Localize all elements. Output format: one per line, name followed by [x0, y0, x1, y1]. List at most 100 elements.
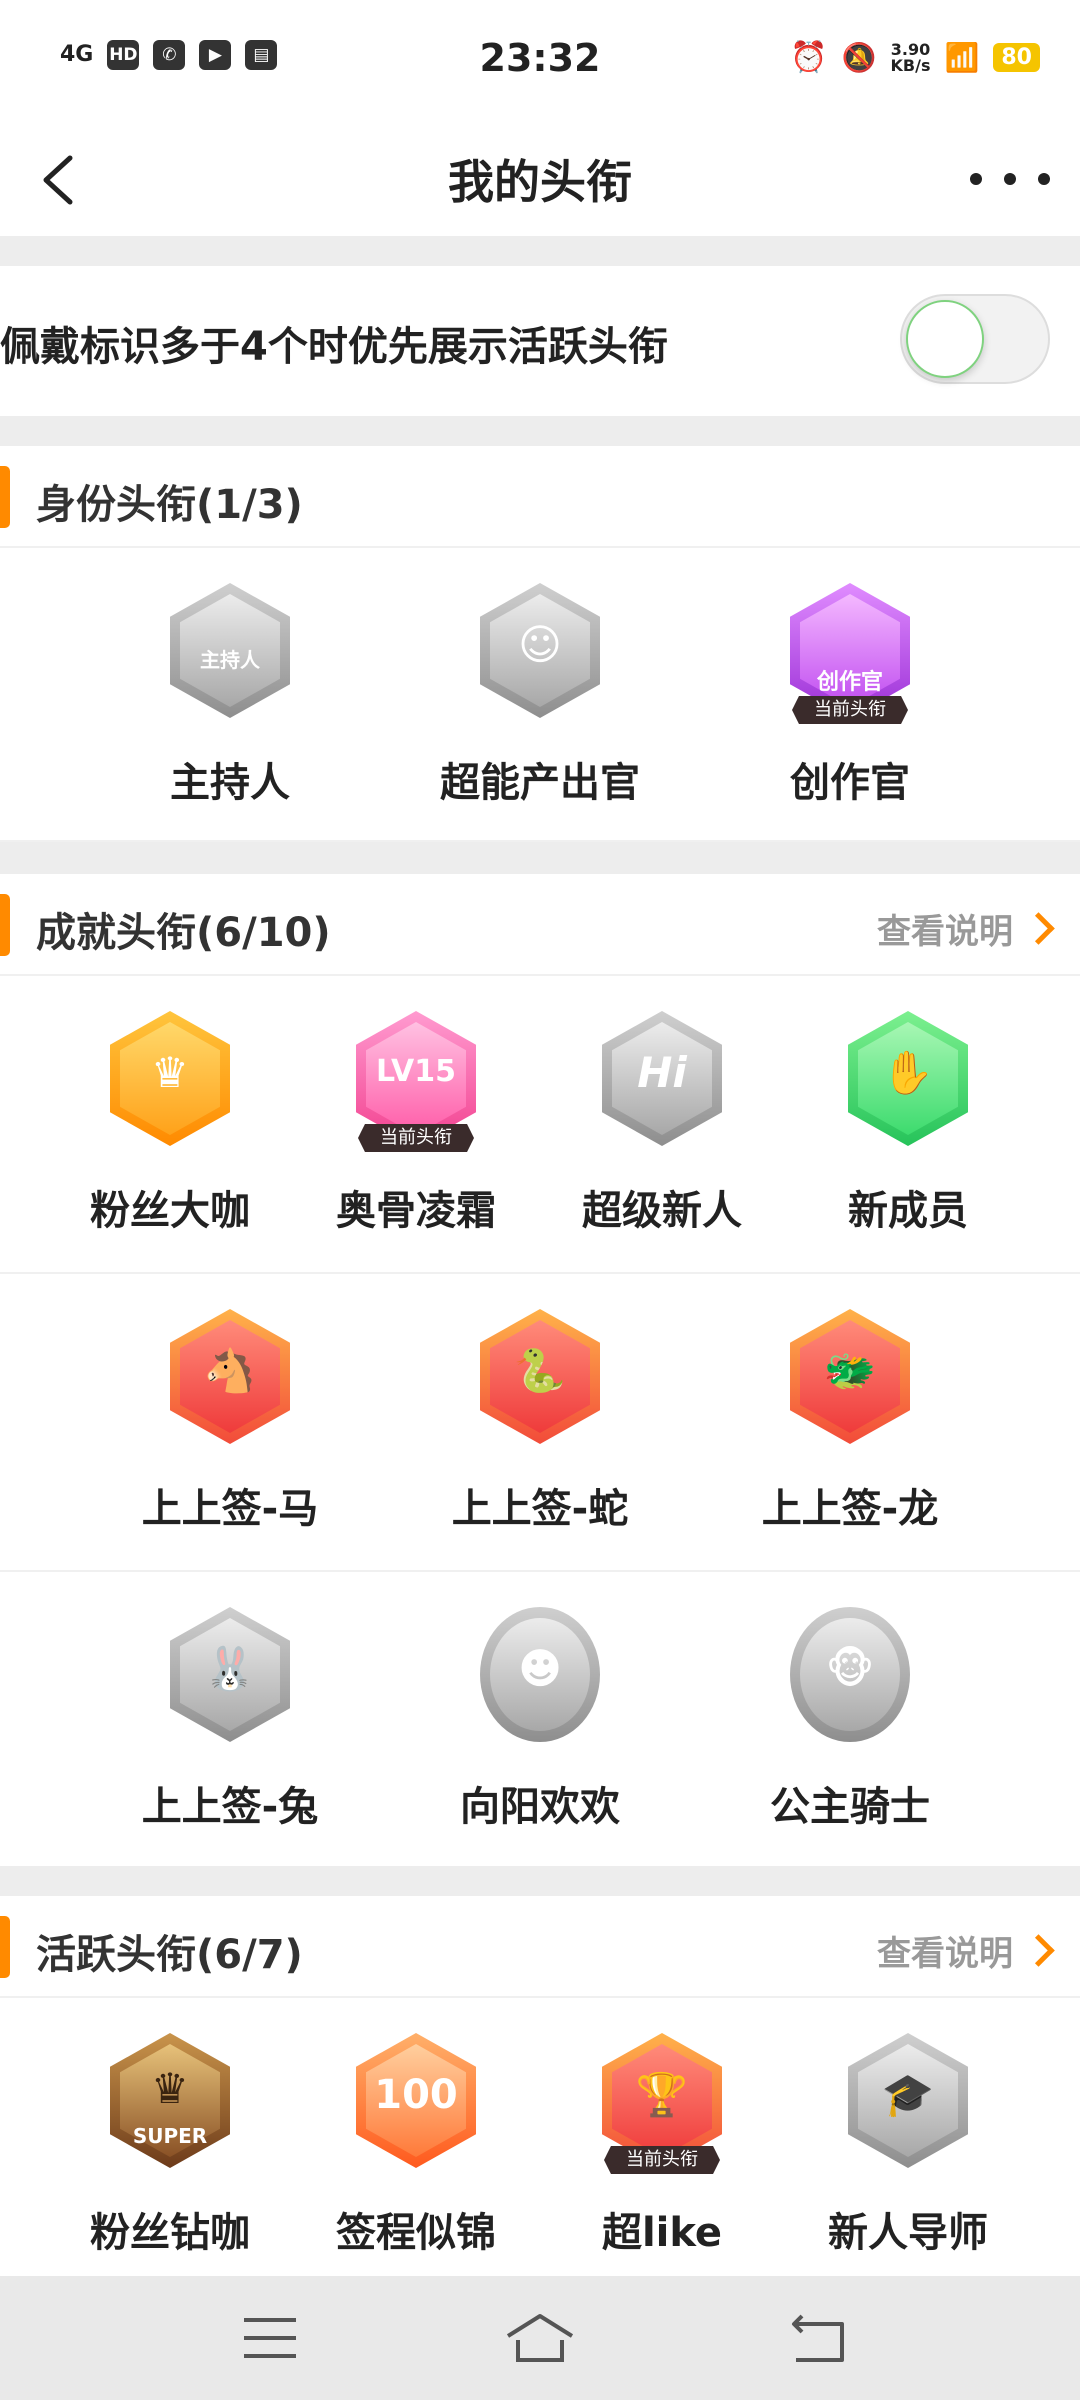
current-title-tag: 当前头衔 — [358, 1124, 474, 1152]
girl-portrait-badge-icon: ☻ — [470, 1602, 610, 1752]
badge-name: 上上签-兔 — [141, 1784, 319, 1830]
badge-name: 创作官 — [790, 760, 910, 806]
badge-row: SUPER ♛ 粉丝钻咖 100 签程似锦 🏆 当前头衔 超like 🎓 新人导… — [0, 1998, 1080, 2278]
status-right: ⏰ 🔕 3.90 KB/s 📶 80 — [790, 40, 1040, 75]
app-header: 我的头衔 — [0, 120, 1080, 236]
section-title: 活跃头衔(6/7) — [36, 1932, 303, 1978]
link-label: 查看说明 — [877, 912, 1013, 952]
snake-badge-icon: 🐍 — [470, 1304, 610, 1454]
badge-super-producer[interactable]: ☺ 超能产出官 — [420, 548, 660, 808]
badge-name: 签程似锦 — [336, 2210, 496, 2256]
badge-name: 主持人 — [170, 760, 290, 806]
badge-name: 向阳欢欢 — [460, 1784, 620, 1830]
badge-name: 粉丝钻咖 — [90, 2210, 250, 2256]
battery-indicator: 80 — [993, 43, 1040, 72]
badge-name: 超like — [601, 2210, 723, 2256]
badge-art-text: 100 — [374, 2072, 458, 2118]
identity-section: 身份头衔(1/3) 主持人 主持人 ☺ 超能产出官 创作官 当前头衔 创作官 — [0, 446, 1080, 842]
badge-host[interactable]: 主持人 主持人 — [110, 548, 350, 808]
link-label: 查看说明 — [877, 1934, 1013, 1974]
section-header: 活跃头衔(6/7) 查看说明 — [0, 1896, 1080, 1998]
home-icon — [506, 2314, 574, 2362]
more-dot-icon — [1004, 173, 1016, 185]
crown-badge-icon: ♛ — [100, 1006, 240, 1156]
badge-name: 粉丝大咖 — [90, 1188, 250, 1234]
badge-aogu-lingshuang[interactable]: LV15 当前头衔 奥骨凌霜 — [296, 976, 536, 1236]
toggle-label: 佩戴标识多于4个时优先展示活跃头衔 — [0, 324, 668, 370]
dragon-badge-icon: 🐲 — [780, 1304, 920, 1454]
rocket-badge-icon: 创作官 当前头衔 — [780, 578, 920, 728]
badge-fan-star[interactable]: ♛ 粉丝大咖 — [50, 976, 290, 1236]
return-icon — [792, 2314, 844, 2362]
badge-lucky-horse[interactable]: 🐴 上上签-马 — [110, 1274, 350, 1534]
badge-new-member[interactable]: ✋ 新成员 — [788, 976, 1028, 1236]
current-title-tag: 当前头衔 — [604, 2146, 720, 2174]
badge-art-text: Hi — [637, 1048, 687, 1097]
more-dot-icon — [970, 173, 982, 185]
badge-name: 新人导师 — [828, 2210, 988, 2256]
back-nav-button[interactable] — [780, 2306, 860, 2370]
level-badge-icon: LV15 当前头衔 — [346, 1006, 486, 1156]
current-title-tag: 当前头衔 — [792, 696, 908, 724]
horse-badge-icon: 🐴 — [160, 1304, 300, 1454]
badge-name: 上上签-马 — [141, 1486, 319, 1532]
badge-name: 上上签-龙 — [761, 1486, 939, 1532]
active-title-setting: 佩戴标识多于4个时优先展示活跃头衔 — [0, 266, 1080, 416]
badge-lucky-dragon[interactable]: 🐲 上上签-龙 — [730, 1274, 970, 1534]
monkey-badge-icon: 🐵 — [780, 1602, 920, 1752]
badge-super-like[interactable]: 🏆 当前头衔 超like — [542, 1998, 782, 2258]
badge-row: 主持人 主持人 ☺ 超能产出官 创作官 当前头衔 创作官 — [0, 548, 1080, 842]
badge-art-text: 创作官 — [816, 670, 883, 695]
network-speed: 3.90 KB/s — [890, 41, 931, 75]
badge-newcomer-mentor[interactable]: 🎓 新人导师 — [788, 1998, 1028, 2258]
badge-xiangyang-huanhuan[interactable]: ☻ 向阳欢欢 — [420, 1572, 660, 1832]
trophy-badge-icon: 🏆 当前头衔 — [592, 2028, 732, 2178]
badge-row: 🐴 上上签-马 🐍 上上签-蛇 🐲 上上签-龙 — [0, 1274, 1080, 1572]
badge-qiancheng-sijin[interactable]: 100 签程似锦 — [296, 1998, 536, 2258]
active-section: 活跃头衔(6/7) 查看说明 SUPER ♛ 粉丝钻咖 100 签程似锦 🏆 当… — [0, 1896, 1080, 2276]
more-options-button[interactable] — [970, 144, 1050, 214]
chevron-right-icon — [1022, 1934, 1055, 1967]
menu-button[interactable] — [230, 2306, 310, 2370]
priority-toggle[interactable] — [900, 294, 1050, 384]
badge-lucky-rabbit[interactable]: 🐰 上上签-兔 — [110, 1572, 350, 1832]
badge-creator[interactable]: 创作官 当前头衔 创作官 — [730, 548, 970, 808]
badge-super-newcomer[interactable]: Hi 超级新人 — [542, 976, 782, 1236]
toggle-knob — [906, 300, 984, 378]
hand-badge-icon: ✋ — [838, 1006, 978, 1156]
page-title: 我的头衔 — [448, 155, 632, 209]
super-crown-badge-icon: SUPER ♛ — [100, 2028, 240, 2178]
microphone-badge-icon: 主持人 — [160, 578, 300, 728]
badge-fan-diamond[interactable]: SUPER ♛ 粉丝钻咖 — [50, 1998, 290, 2258]
home-button[interactable] — [500, 2306, 580, 2370]
view-description-link[interactable]: 查看说明 — [877, 904, 1055, 953]
badge-name: 超级新人 — [582, 1188, 742, 1234]
badge-name: 超能产出官 — [440, 760, 640, 806]
mute-icon: 🔕 — [841, 41, 877, 74]
section-accent-bar — [0, 466, 10, 528]
mascot-badge-icon: ☺ — [470, 578, 610, 728]
section-accent-bar — [0, 894, 10, 956]
menu-icon — [244, 2318, 296, 2358]
more-dot-icon — [1038, 173, 1050, 185]
badge-art-text: SUPER — [132, 2124, 208, 2148]
badge-name: 公主骑士 — [770, 1784, 930, 1830]
section-header: 身份头衔(1/3) — [0, 446, 1080, 548]
section-header: 成就头衔(6/10) 查看说明 — [0, 874, 1080, 976]
section-title: 成就头衔(6/10) — [36, 910, 331, 956]
badge-lucky-snake[interactable]: 🐍 上上签-蛇 — [420, 1274, 660, 1534]
badge-art-text: 主持人 — [200, 648, 260, 672]
badge-princess-knight[interactable]: 🐵 公主骑士 — [730, 1572, 970, 1832]
wifi-icon: 📶 — [944, 41, 980, 74]
section-title: 身份头衔(1/3) — [36, 482, 303, 528]
speed-unit: KB/s — [890, 55, 931, 75]
status-bar: 4G HD ✆ ▶ ▤ 23:32 ⏰ 🔕 3.90 KB/s 📶 80 — [0, 0, 1080, 120]
graduation-cap-badge-icon: 🎓 — [838, 2028, 978, 2178]
achievement-section: 成就头衔(6/10) 查看说明 ♛ 粉丝大咖 LV15 当前头衔 奥骨凌霜 Hi… — [0, 874, 1080, 1866]
badge-name: 上上签-蛇 — [451, 1486, 629, 1532]
badge-art-text: LV15 — [376, 1054, 456, 1089]
view-description-link[interactable]: 查看说明 — [877, 1926, 1055, 1975]
rabbit-badge-icon: 🐰 — [160, 1602, 300, 1752]
badge-row: ♛ 粉丝大咖 LV15 当前头衔 奥骨凌霜 Hi 超级新人 ✋ 新成员 — [0, 976, 1080, 1274]
100-days-badge-icon: 100 — [346, 2028, 486, 2178]
